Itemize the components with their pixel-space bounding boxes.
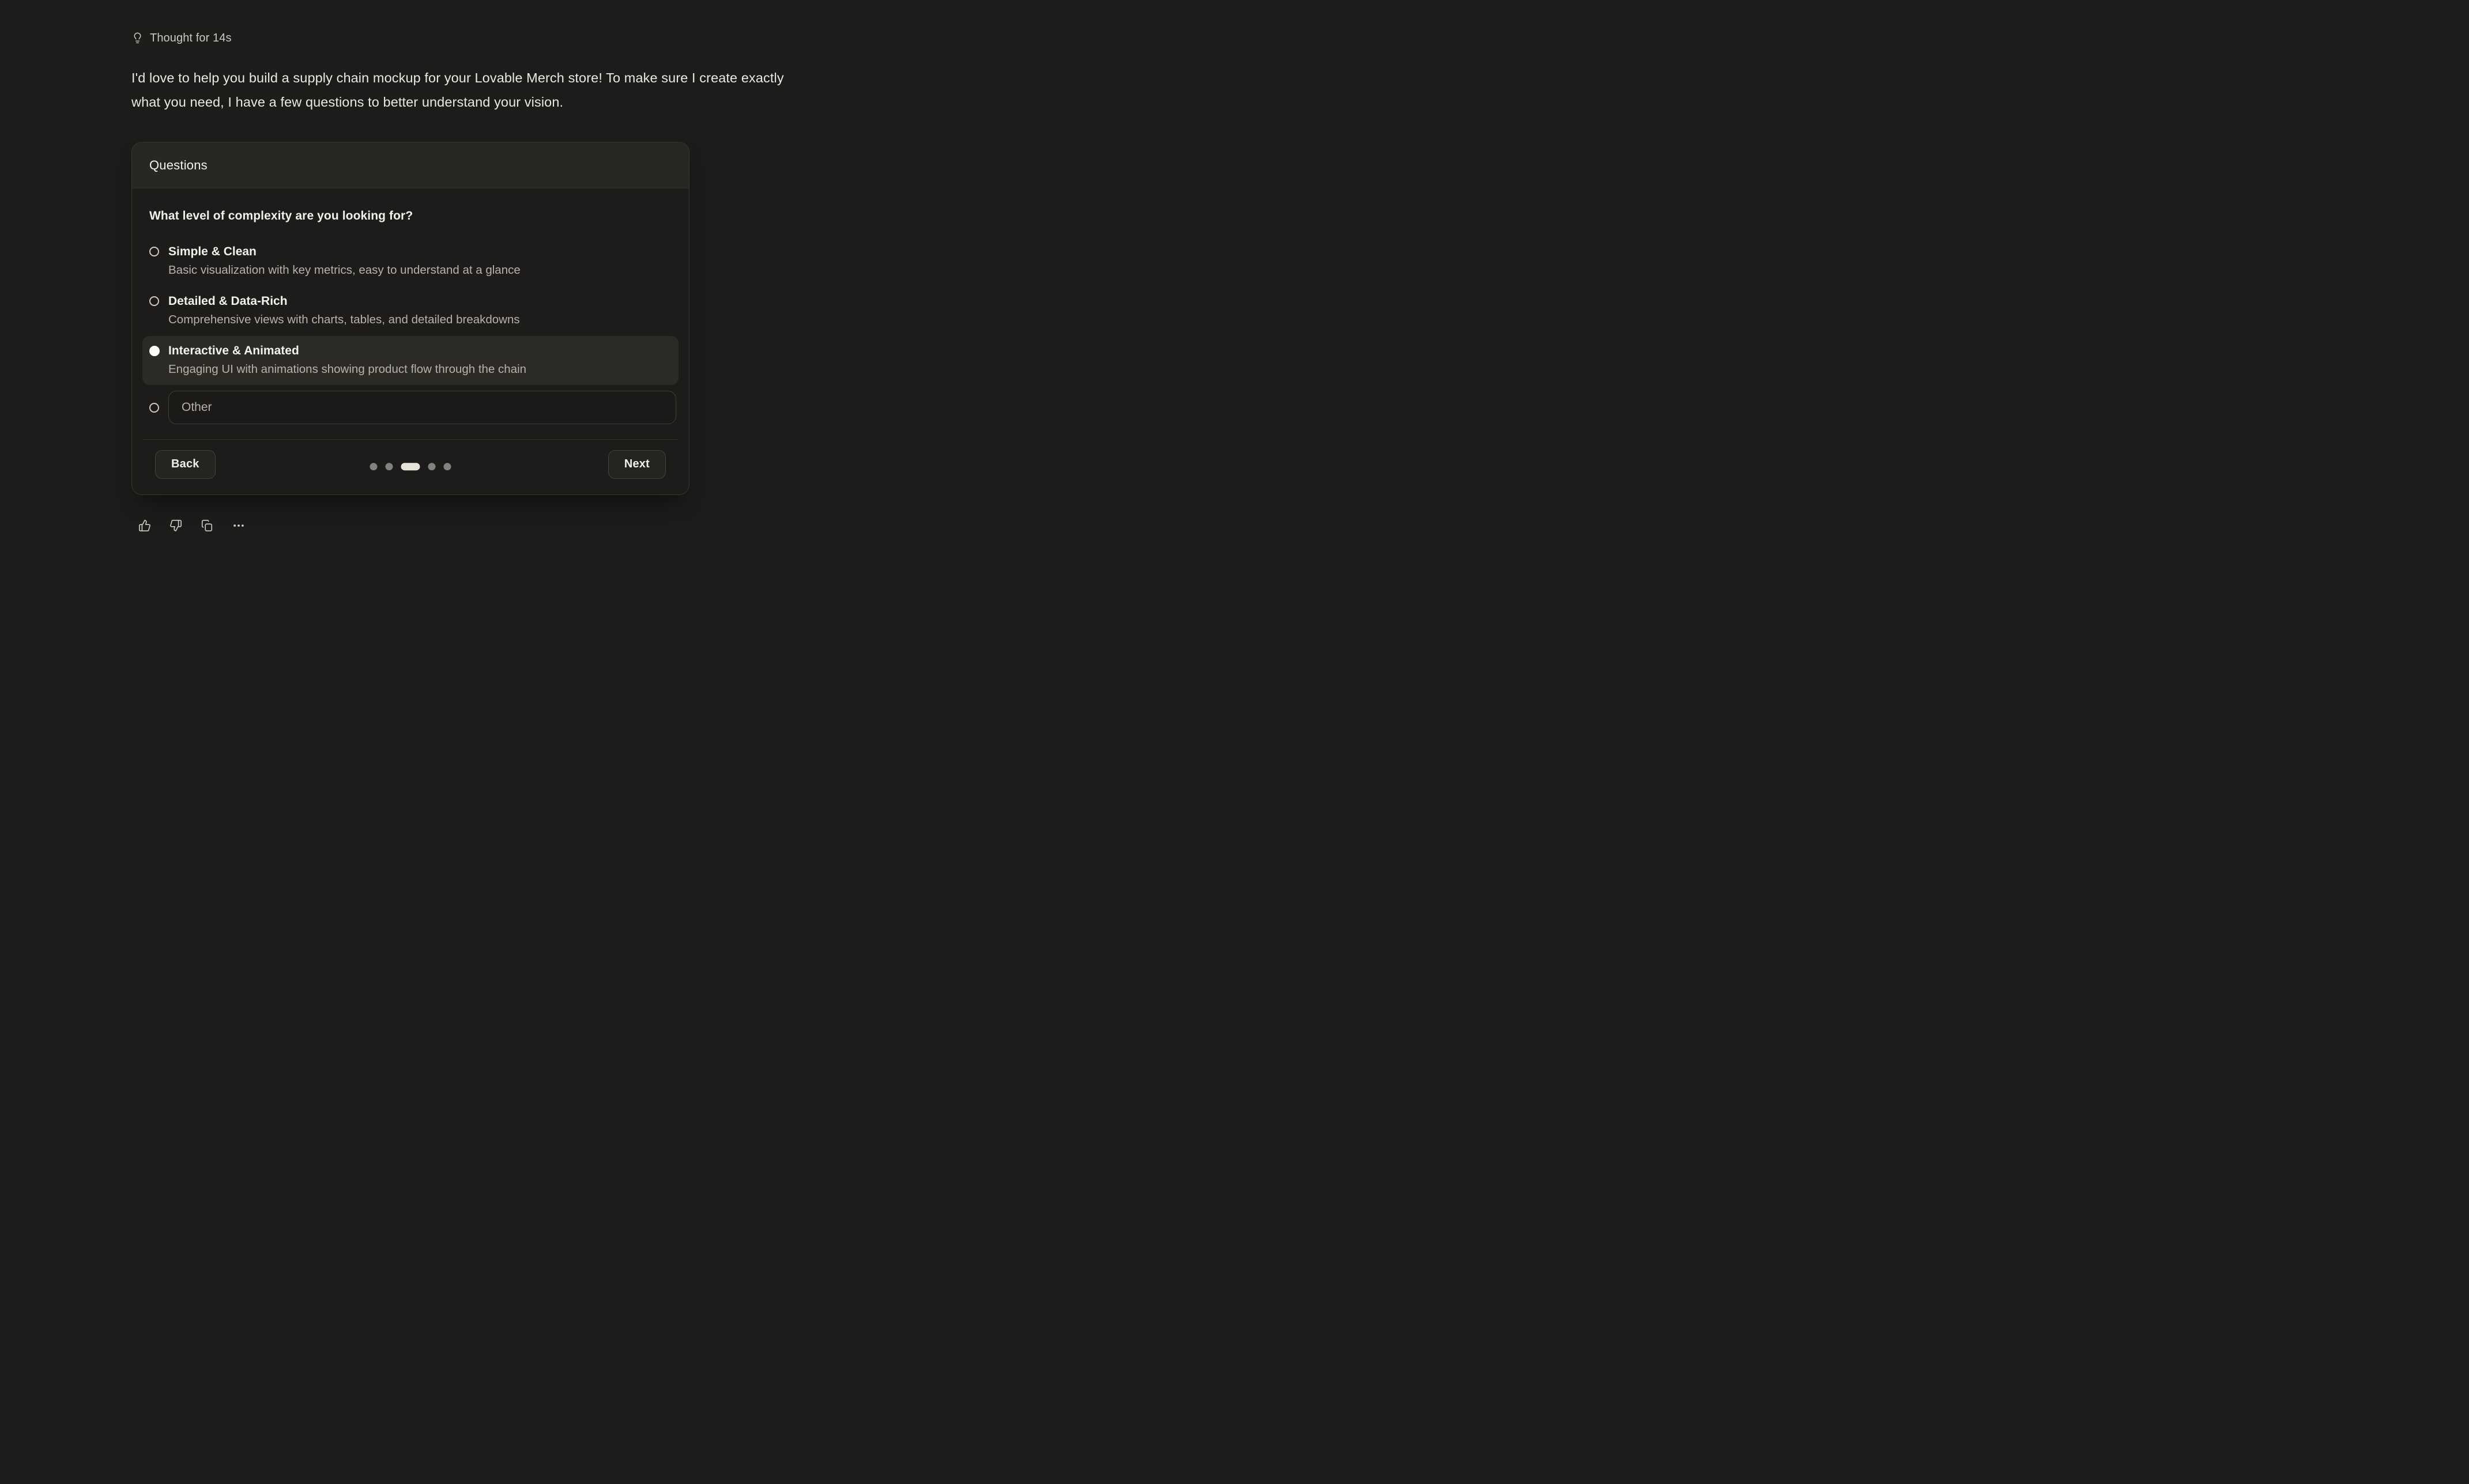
questions-card-body: What level of complexity are you looking…	[132, 188, 689, 494]
progress-dot	[386, 463, 393, 470]
assistant-message: Thought for 14s I'd love to help you bui…	[0, 0, 819, 532]
option-title: Detailed & Data-Rich	[168, 293, 520, 309]
message-actions	[138, 519, 819, 532]
option-title: Simple & Clean	[168, 244, 521, 259]
option-interactive-animated[interactable]: Interactive & Animated Engaging UI with …	[142, 336, 678, 385]
radio-selected-icon[interactable]	[149, 346, 160, 356]
card-title: Questions	[149, 158, 208, 173]
progress-dot	[370, 463, 378, 470]
option-other	[149, 391, 678, 424]
radio-icon[interactable]	[149, 403, 159, 413]
thumbs-up-icon[interactable]	[138, 519, 151, 532]
thumbs-down-icon[interactable]	[169, 519, 182, 532]
progress-dot	[444, 463, 451, 470]
chat-screen: Thought for 14s I'd love to help you bui…	[0, 0, 904, 543]
other-input[interactable]	[168, 391, 676, 424]
option-detailed-data-rich[interactable]: Detailed & Data-Rich Comprehensive views…	[142, 286, 678, 335]
lightbulb-icon	[131, 31, 144, 45]
next-button[interactable]: Next	[608, 450, 666, 479]
back-button[interactable]: Back	[155, 450, 216, 479]
thought-header[interactable]: Thought for 14s	[131, 31, 819, 45]
thought-label: Thought for 14s	[150, 32, 232, 45]
more-options-icon[interactable]	[232, 519, 246, 532]
option-description: Comprehensive views with charts, tables,…	[168, 312, 520, 328]
questions-card: Questions What level of complexity are y…	[131, 142, 689, 495]
option-simple-clean[interactable]: Simple & Clean Basic visualization with …	[142, 237, 678, 286]
questions-card-header: Questions	[132, 142, 689, 188]
option-title: Interactive & Animated	[168, 343, 526, 358]
option-description: Engaging UI with animations showing prod…	[168, 361, 526, 377]
progress-dot	[428, 463, 436, 470]
message-text: I'd love to help you build a supply chai…	[131, 66, 800, 114]
progress-dot-active	[401, 463, 420, 470]
radio-icon[interactable]	[149, 296, 159, 306]
copy-icon[interactable]	[201, 519, 213, 532]
question-text: What level of complexity are you looking…	[149, 209, 672, 223]
option-description: Basic visualization with key metrics, ea…	[168, 262, 521, 278]
card-footer: Back Next	[142, 439, 678, 494]
progress-dots	[370, 463, 451, 470]
radio-icon[interactable]	[149, 247, 159, 256]
